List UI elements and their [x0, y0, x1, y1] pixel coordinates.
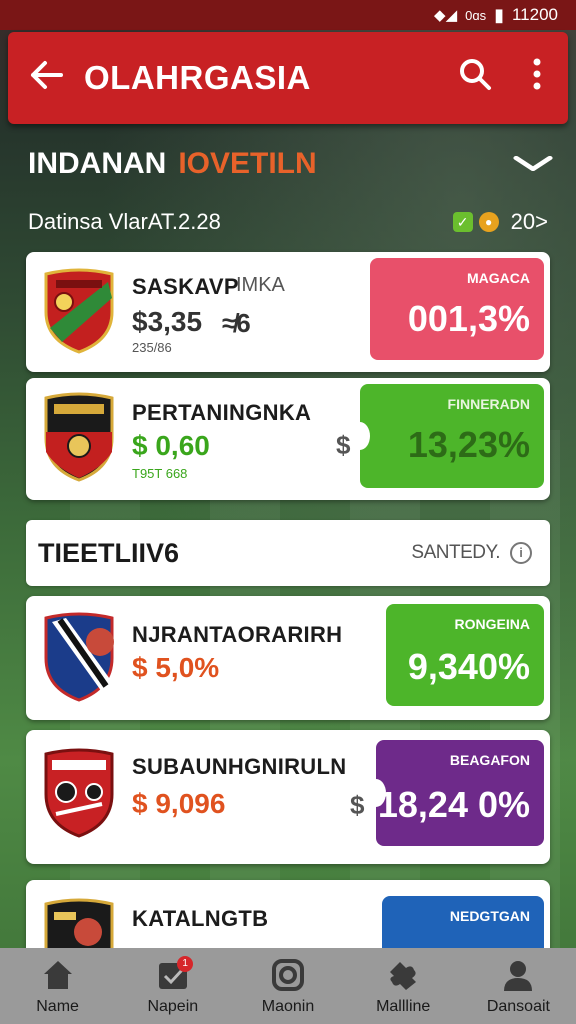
nav-item-schedule[interactable]: 1 Napein: [115, 948, 230, 1024]
match-card[interactable]: PERTANINGNKA $ 0,60 T95T 668 $ FINNERADN…: [26, 378, 550, 500]
puzzle-icon: [346, 958, 461, 998]
info-icon[interactable]: i: [510, 542, 532, 564]
status-bar: ◆◢ 0ɑs ▮ 11200: [0, 0, 576, 30]
club-price: $ 5,0%: [132, 652, 220, 683]
odds-value: 13,23%: [407, 424, 530, 465]
signal-icon: ◆◢: [434, 7, 458, 24]
nav-label: Napein: [147, 998, 199, 1015]
odds-value: 18,24 0%: [377, 784, 530, 825]
odds-label: NEDGTGAN: [449, 908, 530, 924]
app-title: OLAHRGASIA: [84, 59, 311, 96]
match-card[interactable]: NJRANTAORARIRH $ 5,0% RONGEINA 9,340%: [26, 596, 550, 720]
more-vertical-icon[interactable]: [506, 58, 568, 98]
section-header[interactable]: INDANAN IOVETILN: [28, 142, 553, 186]
odds-value: 001,3%: [407, 298, 530, 339]
club-price: $ 9,096: [132, 788, 226, 819]
club-sub-value: T95T 668: [132, 466, 188, 481]
battery-icon: ▮: [494, 4, 504, 25]
club-name: NJRANTAORARIRH: [132, 622, 343, 647]
coin-badge-icon: ●: [478, 212, 499, 232]
match-card[interactable]: SUBAUNHGNIRULN $ 9,096 $ BEAGAFON 18,24 …: [26, 730, 550, 864]
club-sub-value: 235/86: [132, 340, 172, 355]
odds-pill[interactable]: BEAGAFON 18,24 0%: [366, 740, 544, 846]
odds-label: FINNERADN: [447, 396, 530, 412]
section-header-2[interactable]: TIEETLIIV6 SANTEDY. i: [26, 520, 550, 586]
odds-pill[interactable]: RONGEINA 9,340%: [386, 604, 544, 706]
nav-label: Mallline: [376, 998, 431, 1015]
club-name: SUBAUNHGNIRULN: [132, 754, 347, 779]
club-name: PERTANINGNKA: [132, 400, 312, 425]
club-crest-icon: [42, 748, 116, 838]
odds-value: 9,340%: [407, 646, 530, 687]
chevron-down-icon[interactable]: [512, 149, 554, 180]
match-count[interactable]: 20>: [511, 209, 548, 235]
app-bar: OLAHRGASIA: [8, 32, 568, 124]
club-crest-icon: [42, 268, 116, 354]
camera-icon: [230, 958, 345, 998]
bottom-nav: Name 1 Napein Maonin Mallline Dansoait: [0, 948, 576, 1024]
date-row: Datinsa VlarAT.2.28 ✓ ● 20>: [28, 204, 548, 240]
nav-item-media[interactable]: Maonin: [230, 948, 345, 1024]
carrier-label: 0ɑs: [465, 7, 487, 23]
odds-pill[interactable]: MAGACA 001,3%: [370, 258, 544, 360]
section2-sort-label[interactable]: SANTEDY.: [411, 542, 500, 564]
odds-pill[interactable]: FINNERADN 13,23%: [350, 384, 544, 488]
arrow-left-icon[interactable]: [8, 57, 84, 99]
nav-label: Maonin: [261, 998, 315, 1015]
club-crest-icon: [42, 612, 116, 702]
club-crest-icon: [42, 392, 116, 482]
club-price-extra: ≉6: [222, 308, 251, 338]
profile-icon: [461, 958, 576, 998]
check-badge-icon: ✓: [452, 212, 473, 232]
nav-item-games[interactable]: Mallline: [346, 948, 461, 1024]
club-name: SASKAVP: [132, 274, 239, 299]
club-price: $3,35: [132, 306, 203, 337]
club-name: KATALNGTB: [132, 906, 269, 931]
odds-label: RONGEINA: [454, 616, 530, 632]
section-title-highlight: IOVETILN: [178, 147, 317, 180]
nav-item-profile[interactable]: Dansoait: [461, 948, 576, 1024]
club-price: $ 0,60: [132, 430, 210, 461]
date-label: Datinsa VlarAT.2.28: [28, 209, 221, 234]
odds-label: BEAGAFON: [449, 752, 530, 768]
nav-item-home[interactable]: Name: [0, 948, 115, 1024]
section2-title: TIEETLIIV6: [38, 537, 180, 568]
nav-label: Name: [36, 998, 79, 1015]
badge-group[interactable]: ✓ ● 20>: [452, 209, 548, 235]
section-title: INDANAN: [28, 147, 167, 180]
calendar-check-icon: [115, 958, 230, 998]
match-card[interactable]: SASKAVP IMKA $3,35 ≉6 235/86 MAGACA 001,…: [26, 252, 550, 372]
status-time: 11200: [511, 5, 558, 24]
odds-label: MAGACA: [467, 270, 530, 286]
home-icon: [0, 958, 115, 998]
search-icon[interactable]: [444, 57, 506, 99]
nav-label: Dansoait: [486, 998, 550, 1015]
currency-icon: $: [336, 430, 351, 460]
currency-icon: $: [350, 790, 365, 820]
club-tag: IMKA: [236, 274, 285, 296]
